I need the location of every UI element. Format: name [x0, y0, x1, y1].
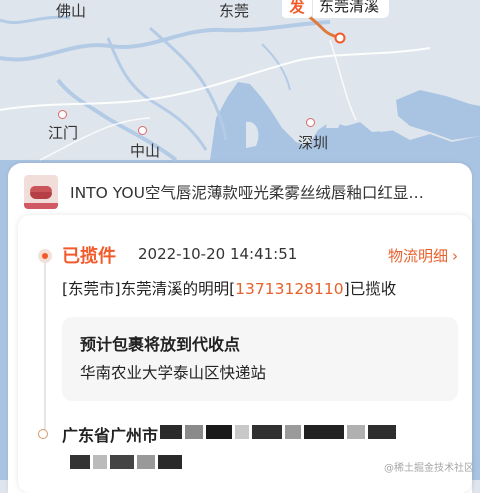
courier-phone-link[interactable]: 13713128110 — [235, 280, 343, 298]
status-label: 已揽件 — [62, 246, 116, 267]
current-location-label: 东莞清溪 — [313, 0, 390, 18]
origin-marker-icon[interactable]: 发 — [282, 0, 312, 18]
pickup-station-name: 华南农业大学泰山区快递站 — [80, 364, 267, 382]
redacted-mosaic-line2 — [70, 455, 185, 471]
tracking-timeline: 已揽件 2022-10-20 14:41:51 物流明细 › [东莞市]东莞清溪的… — [18, 215, 472, 493]
timeline-line — [44, 255, 46, 431]
current-location-pin-icon — [334, 32, 346, 44]
pickup-info-title: 预计包裹将放到代收点 — [80, 335, 241, 354]
city-dot-shenzhen — [306, 118, 315, 127]
logistics-detail-label: 物流明细 — [387, 247, 448, 265]
status-time: 2022-10-20 14:41:51 — [138, 245, 298, 263]
city-label-dongguan: 东莞 — [219, 2, 250, 20]
city-label-shenzhen: 深圳 — [298, 134, 329, 152]
timeline-past-dot-icon — [38, 429, 48, 439]
city-label-zhongshan: 中山 — [130, 142, 161, 160]
event-description: [东莞市]东莞清溪的明明[13713128110]已揽收 — [62, 277, 462, 299]
pickup-info-box: 预计包裹将放到代收点 华南农业大学泰山区快递站 — [62, 317, 458, 401]
lip-product-thumbnail-icon — [24, 175, 58, 209]
city-dot-jiangmen — [58, 110, 67, 119]
city-label-foshan: 佛山 — [56, 2, 87, 20]
product-row[interactable]: INTO YOU空气唇泥薄款哑光柔雾丝绒唇釉口红显… — [24, 171, 464, 213]
watermark: @稀土掘金技术社区 — [384, 463, 474, 474]
event-text-prefix: [东莞市]东莞清溪的明明[ — [62, 280, 236, 298]
city-dot-zhongshan — [138, 126, 147, 135]
chevron-right-icon: › — [452, 247, 458, 265]
event-text-suffix: ]已揽收 — [343, 280, 397, 298]
product-title: INTO YOU空气唇泥薄款哑光柔雾丝绒唇釉口红显… — [70, 184, 424, 202]
logistics-detail-link[interactable]: 物流明细 › — [388, 245, 458, 266]
city-label-jiangmen: 江门 — [48, 124, 79, 142]
redacted-mosaic — [160, 425, 399, 441]
previous-event-text: 广东省广州市 — [62, 426, 159, 445]
logistics-card: INTO YOU空气唇泥薄款哑光柔雾丝绒唇釉口红显… 已揽件 2022-10-2… — [8, 163, 472, 493]
